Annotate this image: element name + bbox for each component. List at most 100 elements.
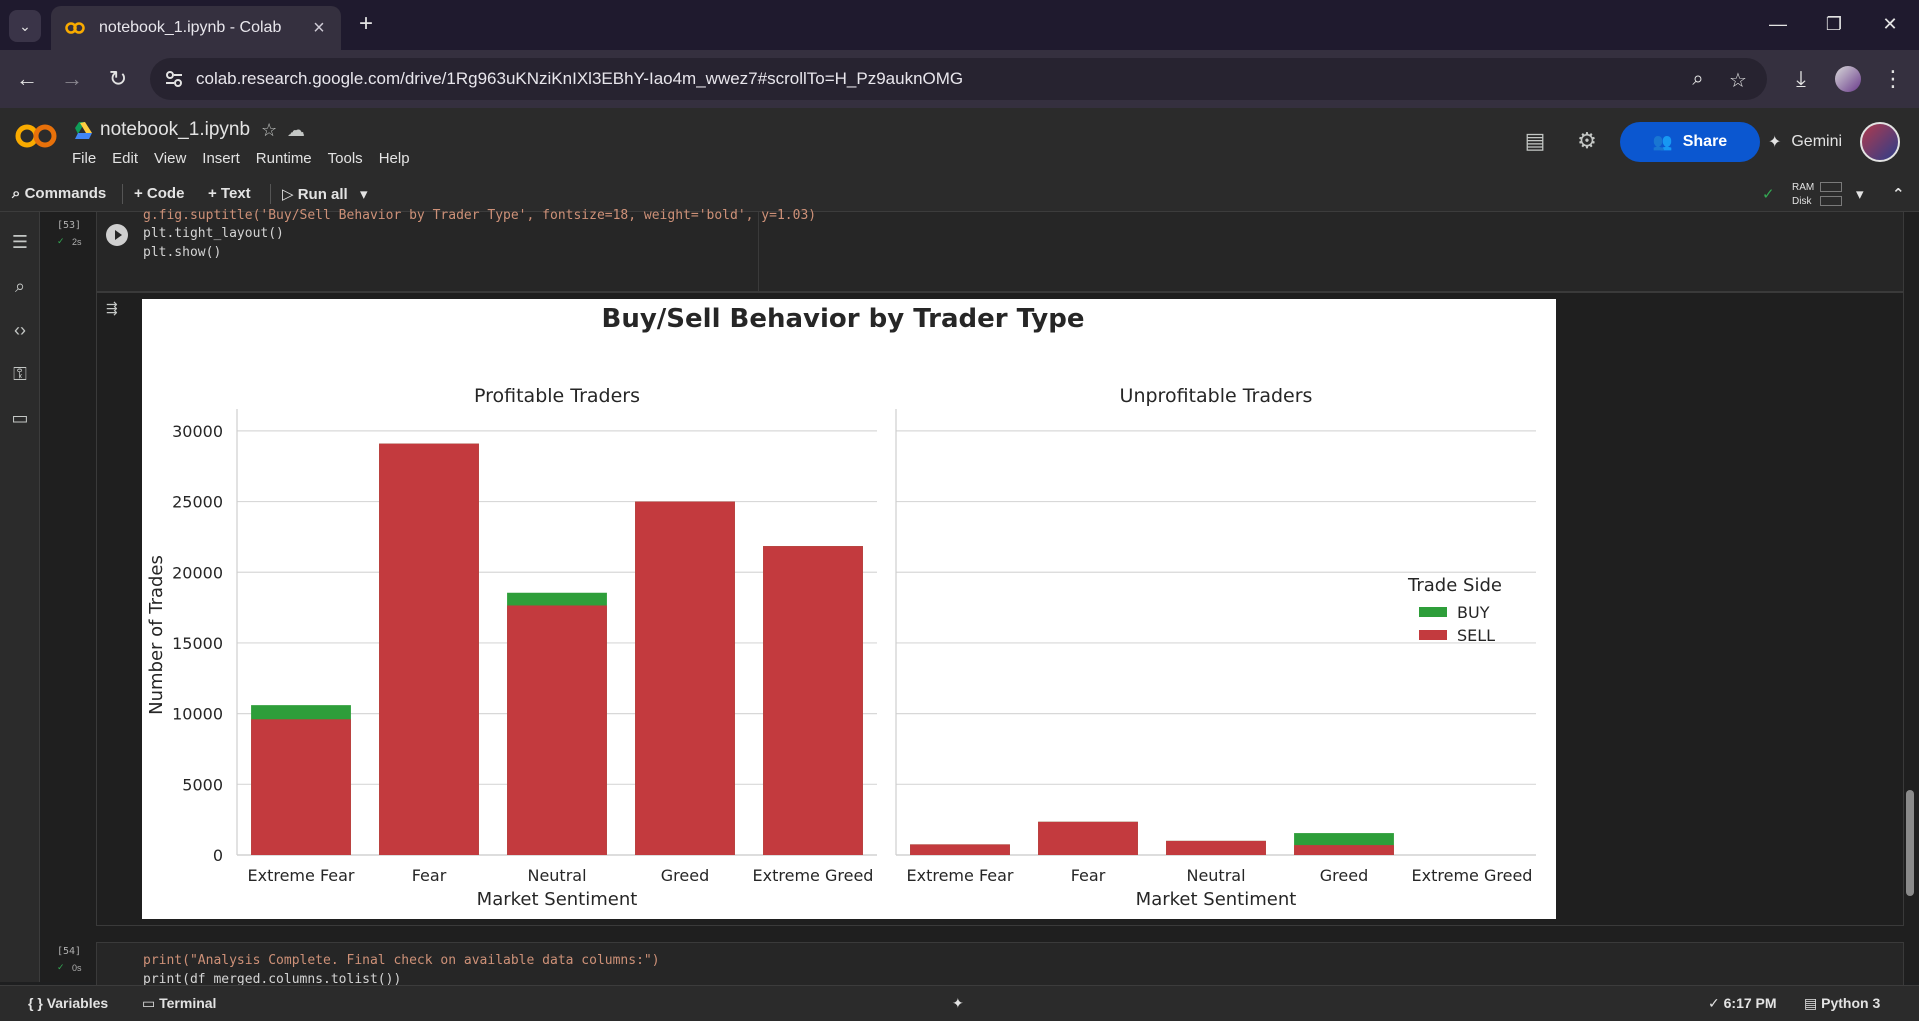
back-icon[interactable]: ← <box>12 64 42 94</box>
panel-title: Unprofitable Traders <box>1120 385 1313 407</box>
browser-tabstrip: ⌄ notebook_1.ipynb - Colab × + — ❐ ✕ <box>0 0 1919 50</box>
run-cell-button[interactable] <box>106 224 128 246</box>
menu-edit[interactable]: Edit <box>112 150 138 167</box>
commands-button[interactable]: ⌕ Commands <box>12 185 106 202</box>
url-text: colab.research.google.com/drive/1Rg963uK… <box>196 69 964 88</box>
code-line[interactable]: g.fig.suptitle('Buy/Sell Behavior by Tra… <box>143 208 816 222</box>
panel-profitable-traders: 0 5000 10000 15000 20000 25000 30000 Profitable… <box>172 385 877 910</box>
menu-help[interactable]: Help <box>379 150 410 167</box>
forward-icon[interactable]: → <box>57 64 87 94</box>
run-all-button[interactable]: ▷ Run all <box>282 185 348 203</box>
share-button[interactable]: 👥 Share <box>1620 122 1760 162</box>
command-bar: ⌕ Commands + Code + Text ▷ Run all ▾ ✓ R… <box>0 176 1919 212</box>
menu-tools[interactable]: Tools <box>328 150 363 167</box>
search-icon: ⌕ <box>12 185 25 202</box>
cloud-saved-icon[interactable]: ☁ <box>287 120 305 141</box>
site-settings-icon[interactable] <box>164 69 184 89</box>
execution-count: [54] <box>57 946 82 957</box>
chart-title: Buy/Sell Behavior by Trader Type <box>602 304 1085 334</box>
x-tick-label: Extreme Fear <box>248 866 355 885</box>
bar-sell <box>1038 821 1138 855</box>
bar-sell <box>635 501 735 855</box>
gemini-sparkle-icon[interactable]: ✦ <box>952 995 964 1012</box>
code-snippets-icon[interactable]: ‹› <box>8 320 32 344</box>
y-tick-label: 20000 <box>172 563 223 582</box>
files-folder-icon[interactable]: ▭ <box>8 408 32 432</box>
ram-disk-indicator[interactable]: RAM Disk <box>1792 181 1814 209</box>
runtime-type[interactable]: ▤ Python 3 <box>1804 995 1880 1012</box>
y-tick-label: 30000 <box>172 422 223 441</box>
star-icon[interactable]: ☆ <box>261 120 277 141</box>
bookmark-star-icon[interactable]: ☆ <box>1726 68 1750 92</box>
zoom-icon[interactable]: ⌕ <box>1686 68 1710 92</box>
status-bar: { } Variables ▭ Terminal ✦ ✓ 6:17 PM ▤ P… <box>0 985 1919 1021</box>
tab-search-chevron-icon[interactable]: ⌄ <box>9 10 41 42</box>
server-icon: ▤ <box>1804 995 1822 1011</box>
run-all-dropdown-icon[interactable]: ▾ <box>360 185 368 203</box>
menu-view[interactable]: View <box>154 150 186 167</box>
table-of-contents-icon[interactable]: ☰ <box>8 232 32 256</box>
bar-sell <box>763 546 863 855</box>
menu-file[interactable]: File <box>72 150 96 167</box>
bar-sell <box>910 844 1010 855</box>
settings-gear-icon[interactable]: ⚙ <box>1573 128 1601 156</box>
cell-53-frame <box>96 212 1904 292</box>
close-tab-icon[interactable]: × <box>307 17 331 40</box>
notebook-scrollbar[interactable] <box>1906 790 1914 896</box>
notebook-title[interactable]: notebook_1.ipynb <box>100 119 250 141</box>
bar-sell <box>1166 840 1266 855</box>
add-text-button[interactable]: + Text <box>208 185 251 202</box>
collapse-header-icon[interactable]: ⌃ <box>1892 185 1905 203</box>
bar-chart: Buy/Sell Behavior by Trader Type Number … <box>146 304 1536 910</box>
add-code-button[interactable]: + Code <box>134 185 184 202</box>
variables-button[interactable]: { } Variables <box>28 995 108 1011</box>
y-tick-label: 15000 <box>172 634 223 653</box>
connected-check-icon: ✓ <box>1762 186 1775 203</box>
runtime-dropdown-icon[interactable]: ▾ <box>1856 185 1864 203</box>
minimize-icon[interactable]: — <box>1758 8 1798 40</box>
colab-header: notebook_1.ipynb ☆ ☁ File Edit View Inse… <box>0 108 1919 176</box>
comments-icon[interactable]: ▤ <box>1521 128 1549 156</box>
close-window-icon[interactable]: ✕ <box>1870 8 1910 40</box>
colab-favicon-icon <box>65 21 85 35</box>
browser-menu-icon[interactable]: ⋮ <box>1878 64 1908 94</box>
output-actions-icon[interactable]: ⇶ <box>106 300 128 316</box>
play-icon <box>115 230 122 240</box>
bar-sell <box>251 719 351 855</box>
code-line[interactable]: plt.tight_layout() <box>143 226 284 241</box>
y-tick-label: 25000 <box>172 493 223 512</box>
x-axis-label: Market Sentiment <box>1136 889 1297 910</box>
terminal-button[interactable]: ▭ Terminal <box>142 995 216 1012</box>
find-replace-icon[interactable]: ⌕ <box>8 276 32 300</box>
menu-runtime[interactable]: Runtime <box>256 150 312 167</box>
runtime-status[interactable]: ✓ 6:17 PM <box>1708 995 1777 1012</box>
menu-insert[interactable]: Insert <box>202 150 240 167</box>
y-tick-label: 0 <box>213 846 223 865</box>
address-bar[interactable]: colab.research.google.com/drive/1Rg963uK… <box>150 58 1767 100</box>
y-tick-label: 5000 <box>182 775 223 794</box>
browser-tab-active[interactable]: notebook_1.ipynb - Colab × <box>51 6 341 50</box>
y-axis-label: Number of Trades <box>146 555 167 715</box>
gemini-button[interactable]: ✦ Gemini <box>1750 122 1860 162</box>
reload-icon[interactable]: ↻ <box>103 64 133 94</box>
success-check-icon: ✓ <box>57 962 65 972</box>
ram-bar <box>1820 182 1842 192</box>
execution-count: [53] <box>57 220 82 231</box>
code-line[interactable]: plt.show() <box>143 245 221 260</box>
legend-swatch <box>1419 607 1447 617</box>
bar-sell <box>507 605 607 855</box>
braces-icon: { } <box>28 995 47 1011</box>
profile-avatar[interactable] <box>1835 66 1861 92</box>
new-tab-icon[interactable]: + <box>352 10 380 38</box>
drive-icon[interactable] <box>72 122 92 140</box>
account-avatar[interactable] <box>1860 122 1900 162</box>
restore-icon[interactable]: ❐ <box>1814 8 1854 40</box>
bar-sell <box>379 443 479 855</box>
y-tick-label: 10000 <box>172 705 223 724</box>
x-tick-label: Fear <box>412 866 447 885</box>
people-icon: 👥 <box>1652 134 1673 151</box>
code-line[interactable]: print("Analysis Complete. Final check on… <box>143 953 660 968</box>
secrets-key-icon[interactable]: ⚿ <box>8 364 32 388</box>
colab-logo-icon[interactable] <box>14 122 58 150</box>
download-icon[interactable]: ⤓ <box>1786 64 1816 94</box>
